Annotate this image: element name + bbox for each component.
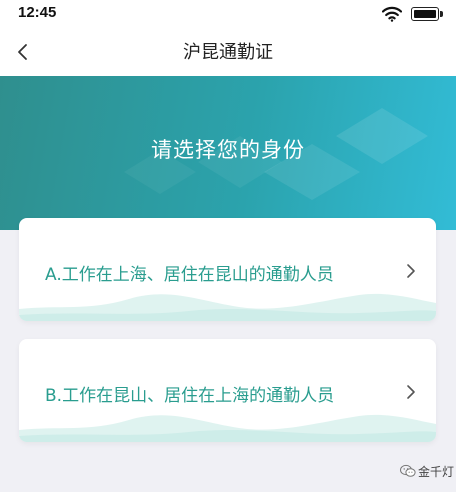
option-label-b: B.工作在昆山、居住在上海的通勤人员 (45, 386, 335, 406)
card-wave-decoration (19, 414, 436, 442)
wifi-icon (382, 6, 402, 22)
chevron-right-icon (407, 264, 415, 278)
battery-level (414, 10, 436, 18)
card-wave-decoration (19, 293, 436, 321)
chevron-right-icon (407, 385, 415, 399)
watermark-text: 金千灯 (418, 465, 455, 479)
option-card-a[interactable]: A.工作在上海、居住在昆山的通勤人员 (19, 218, 436, 321)
status-bar: 12:45 (0, 0, 456, 28)
option-label-a: A.工作在上海、居住在昆山的通勤人员 (45, 265, 334, 285)
hero-title: 请选择您的身份 (151, 138, 305, 162)
wechat-icon (400, 464, 416, 477)
page-title: 沪昆通勤证 (183, 42, 273, 63)
option-card-b[interactable]: B.工作在昆山、居住在上海的通勤人员 (19, 339, 436, 442)
hero-banner: 请选择您的身份 (0, 76, 456, 230)
battery-tip (440, 11, 443, 17)
status-time: 12:45 (18, 4, 57, 21)
nav-bar: 沪昆通勤证 (0, 28, 456, 76)
battery-icon (411, 7, 439, 21)
